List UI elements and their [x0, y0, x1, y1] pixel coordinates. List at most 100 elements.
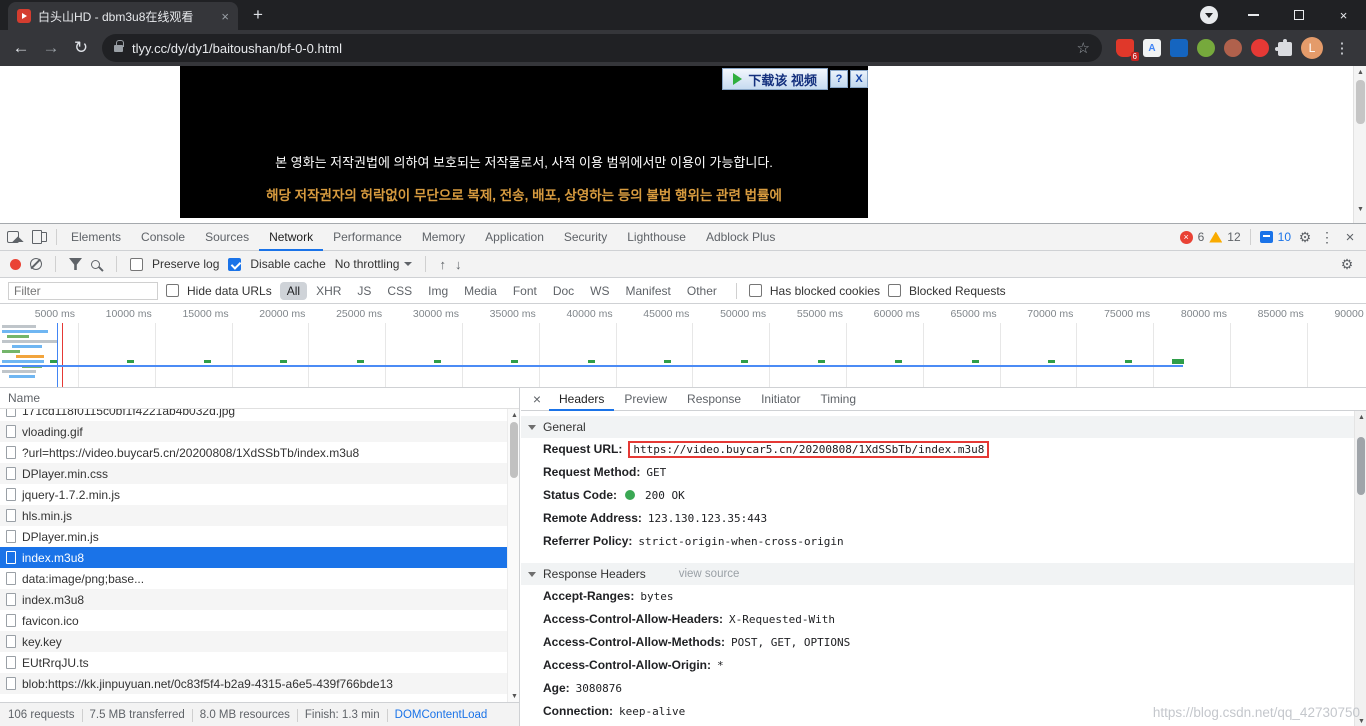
filter-input[interactable]	[8, 282, 158, 300]
account-circle-icon[interactable]	[1186, 0, 1231, 30]
extension-icon-red[interactable]	[1251, 39, 1269, 57]
forward-button[interactable]: →	[36, 33, 66, 63]
request-row[interactable]: DPlayer.min.css	[0, 463, 519, 484]
request-row[interactable]: EUtRrqJU.ts	[0, 652, 519, 673]
hide-data-urls-label[interactable]: Hide data URLs	[187, 284, 272, 298]
browser-tab[interactable]: 白头山HD - dbm3u8在线观看 ×	[8, 2, 238, 30]
request-row[interactable]: vloading.gif	[0, 421, 519, 442]
translate-icon[interactable]: A	[1143, 39, 1161, 57]
warning-count[interactable]: 12	[1227, 230, 1240, 244]
disable-cache-label[interactable]: Disable cache	[250, 257, 325, 271]
record-button[interactable]	[10, 259, 21, 270]
scroll-down-icon[interactable]: ▼	[1354, 203, 1366, 215]
devtools-tab-memory[interactable]: Memory	[412, 224, 475, 251]
filter-type-xhr[interactable]: XHR	[309, 282, 348, 300]
warning-icon[interactable]	[1209, 232, 1222, 243]
request-row[interactable]: data:image/png;base...	[0, 568, 519, 589]
request-row[interactable]: DPlayer.min.js	[0, 526, 519, 547]
devtools-menu-icon[interactable]: ⋮	[1319, 229, 1335, 246]
extension-icon-green[interactable]	[1197, 39, 1215, 57]
scroll-down-icon[interactable]: ▼	[508, 690, 520, 702]
new-tab-button[interactable]: +	[244, 1, 272, 29]
view-source-link[interactable]: view source	[679, 568, 740, 580]
url-text[interactable]: tlyy.cc/dy/dy1/baitoushan/bf-0-0.html	[132, 41, 1069, 56]
device-toolbar-button[interactable]	[26, 224, 52, 250]
hide-data-urls-checkbox[interactable]	[166, 284, 179, 297]
error-count[interactable]: 6	[1198, 230, 1205, 244]
devtools-tab-adblock-plus[interactable]: Adblock Plus	[696, 224, 785, 251]
filter-type-js[interactable]: JS	[350, 282, 378, 300]
issues-icon[interactable]	[1260, 231, 1273, 243]
overlay-help-button[interactable]: ?	[830, 70, 848, 88]
lock-icon[interactable]	[114, 45, 123, 52]
back-button[interactable]: ←	[6, 33, 36, 63]
network-settings-icon[interactable]: ⚙	[1338, 256, 1356, 273]
issues-count[interactable]: 10	[1278, 230, 1291, 244]
detail-tab-preview[interactable]: Preview	[614, 388, 677, 411]
filter-type-ws[interactable]: WS	[583, 282, 616, 300]
filter-type-css[interactable]: CSS	[380, 282, 419, 300]
request-row[interactable]: jquery-1.7.2.min.js	[0, 484, 519, 505]
video-player[interactable]: 본 영화는 저작권법에 의하여 보호되는 저작물로서, 사적 이용 범위에서만 …	[180, 66, 868, 218]
detail-tab-response[interactable]: Response	[677, 388, 751, 411]
devtools-tab-performance[interactable]: Performance	[323, 224, 412, 251]
response-headers-section-header[interactable]: Response Headers view source	[521, 563, 1354, 585]
page-scrollbar[interactable]: ▲ ▼	[1353, 66, 1366, 223]
filter-type-manifest[interactable]: Manifest	[619, 282, 678, 300]
search-icon[interactable]	[91, 260, 100, 269]
detail-tab-headers[interactable]: Headers	[549, 388, 614, 411]
name-column-header[interactable]: Name	[0, 388, 519, 409]
scroll-up-icon[interactable]: ▲	[1354, 66, 1366, 78]
maximize-button[interactable]	[1276, 0, 1321, 30]
error-icon[interactable]	[1180, 231, 1193, 244]
general-section-header[interactable]: General	[521, 416, 1354, 438]
detail-tab-timing[interactable]: Timing	[810, 388, 866, 411]
throttling-dropdown[interactable]: No throttling	[335, 257, 413, 271]
scroll-up-icon[interactable]: ▲	[508, 409, 520, 421]
detail-scrollbar[interactable]: ▲ ▼	[1354, 411, 1366, 726]
scrollbar-thumb[interactable]	[510, 422, 518, 478]
request-row[interactable]: hls.min.js	[0, 505, 519, 526]
devtools-close-icon[interactable]: ×	[1340, 229, 1360, 246]
tab-close-icon[interactable]: ×	[221, 9, 229, 24]
detail-tab-initiator[interactable]: Initiator	[751, 388, 810, 411]
detail-close-icon[interactable]: ×	[525, 391, 549, 407]
filter-type-all[interactable]: All	[280, 282, 307, 300]
request-row[interactable]: favicon.ico	[0, 610, 519, 631]
devtools-settings-icon[interactable]: ⚙	[1296, 229, 1314, 246]
devtools-tab-application[interactable]: Application	[475, 224, 554, 251]
devtools-tab-lighthouse[interactable]: Lighthouse	[617, 224, 696, 251]
preserve-log-checkbox[interactable]	[130, 258, 143, 271]
address-bar[interactable]: tlyy.cc/dy/dy1/baitoushan/bf-0-0.html ☆	[102, 34, 1102, 62]
inspect-element-button[interactable]	[0, 224, 26, 250]
close-window-button[interactable]: ×	[1321, 0, 1366, 30]
reload-button[interactable]: ↻	[66, 33, 96, 63]
preserve-log-label[interactable]: Preserve log	[152, 257, 219, 271]
extension-icon-brown[interactable]	[1224, 39, 1242, 57]
extensions-puzzle-icon[interactable]	[1278, 42, 1292, 56]
request-row[interactable]: index.m3u8	[0, 589, 519, 610]
devtools-tab-console[interactable]: Console	[131, 224, 195, 251]
scrollbar-thumb[interactable]	[1356, 80, 1365, 124]
overlay-close-button[interactable]: X	[850, 70, 868, 88]
profile-avatar[interactable]: L	[1301, 37, 1323, 59]
blocked-requests-label[interactable]: Blocked Requests	[909, 284, 1006, 298]
filter-type-img[interactable]: Img	[421, 282, 455, 300]
filter-type-doc[interactable]: Doc	[546, 282, 581, 300]
has-blocked-cookies-label[interactable]: Has blocked cookies	[770, 284, 880, 298]
request-row[interactable]: key.key	[0, 631, 519, 652]
network-overview-timeline[interactable]: 5000 ms10000 ms15000 ms20000 ms25000 ms3…	[0, 304, 1366, 388]
adblock-plus-icon[interactable]: 6	[1116, 39, 1134, 57]
request-row[interactable]: ?url=https://video.buycar5.cn/20200808/1…	[0, 442, 519, 463]
devtools-tab-sources[interactable]: Sources	[195, 224, 259, 251]
request-row[interactable]: index.m3u8	[0, 547, 519, 568]
filter-toggle-icon[interactable]	[69, 258, 82, 270]
import-har-icon[interactable]: ↑	[439, 257, 446, 272]
has-blocked-cookies-checkbox[interactable]	[749, 284, 762, 297]
request-row[interactable]: 171cd118f0115c0bf1f4221ab4b032d.jpg	[0, 409, 519, 421]
disable-cache-checkbox[interactable]	[228, 258, 241, 271]
minimize-button[interactable]	[1231, 0, 1276, 30]
browser-menu-icon[interactable]: ⋮	[1332, 39, 1352, 57]
request-list-scrollbar[interactable]: ▲ ▼	[507, 409, 519, 702]
clear-button[interactable]	[30, 258, 42, 270]
